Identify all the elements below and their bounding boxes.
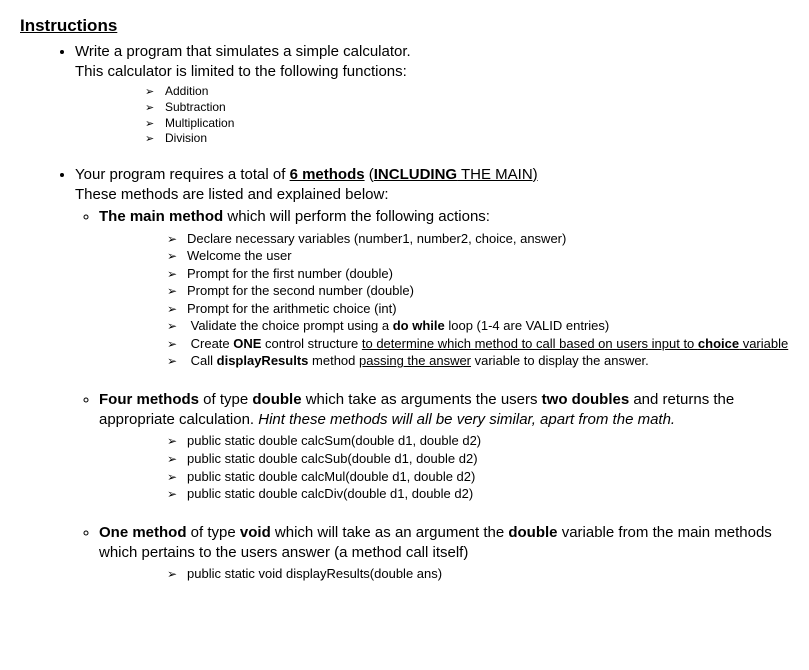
sig-calcdiv: public static double calcDiv(double d1, … [167,485,789,503]
i8-mid: method [308,353,359,368]
text-paren: ( [365,166,374,183]
text-one-method: One method [99,524,187,541]
functions-list: Addition Subtraction Multiplication Divi… [75,84,789,146]
action-prompt-first: Prompt for the first number (double) [167,265,789,283]
func-multiplication: Multiplication [145,116,789,132]
sub-main-method: The main method which will perform the f… [99,207,789,370]
i7-pre: Create [191,336,234,351]
i7-u1: to determine which method to call based … [362,336,698,351]
sig-displayresults: public static void displayResults(double… [167,565,789,583]
text-six-methods: 6 methods [290,166,365,183]
text-four-methods: Four methods [99,391,199,408]
s3-mid2: which will take as an argument the [271,524,509,541]
i6-bold: do while [393,318,445,333]
bullet2-line2: These methods are listed and explained b… [75,185,789,205]
text-main-rest: which will perform the following actions… [223,208,490,225]
one-method-line: One method of type void which will take … [99,524,772,561]
i8-post: variable to display the answer. [471,353,649,368]
action-prompt-choice: Prompt for the arithmetic choice (int) [167,300,789,318]
methods-sublist: The main method which will perform the f… [75,207,789,582]
action-declare-vars: Declare necessary variables (number1, nu… [167,230,789,248]
four-methods-line: Four methods of type double which take a… [99,391,734,428]
main-method-line: The main method which will perform the f… [99,208,490,225]
text-main-method: The main method [99,208,223,225]
action-call-display: Call displayResults method passing the a… [167,352,789,370]
i6-pre: Validate the choice prompt using a [191,318,393,333]
bullet2-line1: Your program requires a total of 6 metho… [75,165,789,185]
sub-one-method: One method of type void which will take … [99,523,789,583]
func-addition: Addition [145,84,789,100]
func-division: Division [145,131,789,147]
method-signatures: public static double calcSum(double d1, … [99,432,789,502]
func-subtraction: Subtraction [145,100,789,116]
i7-mid: control structure [261,336,361,351]
i8-u: passing the answer [359,353,471,368]
i8-pre: Call [191,353,217,368]
bullet-methods: Your program requires a total of 6 metho… [75,165,789,583]
sub-four-methods: Four methods of type double which take a… [99,390,789,503]
action-validate: Validate the choice prompt using a do wh… [167,317,789,335]
s2-two-doubles: two doubles [542,391,630,408]
s2-mid2: which take as arguments the users [302,391,542,408]
main-method-actions: Declare necessary variables (number1, nu… [99,230,789,370]
text-the-main: THE MAIN) [457,166,538,183]
sig-calcsum: public static double calcSum(double d1, … [167,432,789,450]
action-control-structure: Create ONE control structure to determin… [167,335,789,353]
action-welcome: Welcome the user [167,247,789,265]
bullet1-line1: Write a program that simulates a simple … [75,42,789,62]
i7-u2: variable [739,336,788,351]
s3-double: double [508,524,557,541]
i7-one: ONE [233,336,261,351]
s2-hint: Hint these methods will all be very simi… [258,411,675,428]
text-including: INCLUDING [374,166,457,183]
s3-mid1: of type [187,524,240,541]
bullet1-line2: This calculator is limited to the follow… [75,62,789,82]
s3-void: void [240,524,271,541]
i6-post: loop (1-4 are VALID entries) [445,318,610,333]
bullet-write-program: Write a program that simulates a simple … [75,42,789,147]
text-prefix: Your program requires a total of [75,166,290,183]
instructions-list: Write a program that simulates a simple … [20,42,789,583]
i7-choice: choice [698,336,739,351]
s2-double: double [252,391,301,408]
display-signature-list: public static void displayResults(double… [99,565,789,583]
sig-calcsub: public static double calcSub(double d1, … [167,450,789,468]
s2-mid1: of type [199,391,252,408]
action-prompt-second: Prompt for the second number (double) [167,282,789,300]
instructions-heading: Instructions [20,15,789,38]
sig-calcmul: public static double calcMul(double d1, … [167,468,789,486]
i8-bold: displayResults [217,353,309,368]
